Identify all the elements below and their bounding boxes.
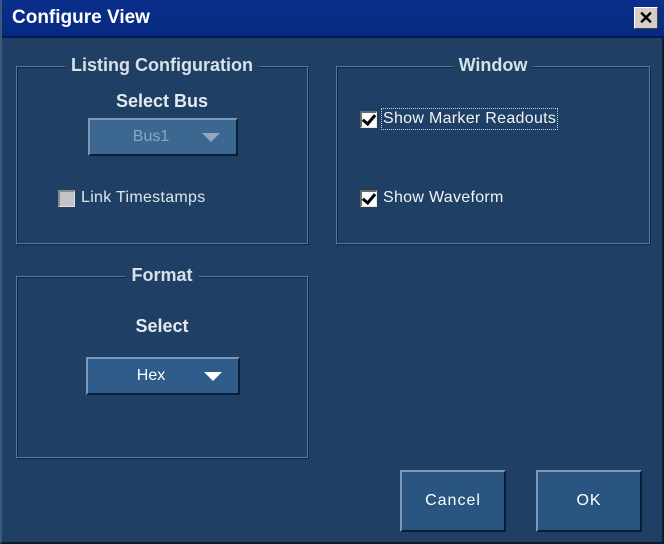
- chevron-down-icon: [202, 132, 220, 142]
- format-legend: Format: [125, 265, 199, 285]
- ok-button[interactable]: OK: [536, 470, 642, 532]
- window-group: Window: [336, 55, 650, 244]
- close-button[interactable]: ✕: [634, 7, 658, 29]
- configure-view-dialog: Configure View ✕ Listing Configuration S…: [0, 0, 664, 544]
- listing-configuration-legend: Listing Configuration: [65, 55, 259, 75]
- show-waveform-row[interactable]: Show Waveform: [360, 189, 504, 207]
- select-bus-label: Select Bus: [115, 91, 209, 111]
- format-dropdown-value: Hex: [136, 367, 166, 384]
- title-bar[interactable]: Configure View ✕: [2, 0, 664, 38]
- window-legend: Window: [452, 55, 534, 75]
- listing-configuration-legend-wrap: Listing Configuration: [17, 55, 307, 76]
- show-marker-readouts-checkbox[interactable]: [360, 110, 377, 128]
- checkmark-icon: [361, 110, 377, 126]
- link-timestamps-checkbox[interactable]: [58, 189, 75, 207]
- bus-dropdown[interactable]: Bus1: [88, 118, 238, 156]
- format-dropdown[interactable]: Hex: [86, 357, 240, 395]
- format-legend-wrap: Format: [17, 265, 307, 286]
- close-icon: ✕: [638, 8, 654, 28]
- chevron-down-icon: [204, 371, 222, 381]
- link-timestamps-checkbox-row[interactable]: Link Timestamps: [58, 189, 206, 207]
- dialog-title: Configure View: [12, 7, 150, 28]
- show-waveform-checkbox[interactable]: [360, 189, 377, 207]
- checkmark-icon: [361, 189, 377, 205]
- show-marker-readouts-row[interactable]: Show Marker Readouts: [360, 108, 559, 130]
- window-legend-wrap: Window: [337, 55, 649, 76]
- link-timestamps-label: Link Timestamps: [81, 189, 206, 206]
- cancel-button[interactable]: Cancel: [400, 470, 506, 532]
- show-marker-readouts-label: Show Marker Readouts: [380, 108, 559, 130]
- select-format-label: Select: [135, 316, 189, 336]
- show-waveform-label: Show Waveform: [383, 189, 504, 206]
- bus-dropdown-value: Bus1: [132, 128, 170, 145]
